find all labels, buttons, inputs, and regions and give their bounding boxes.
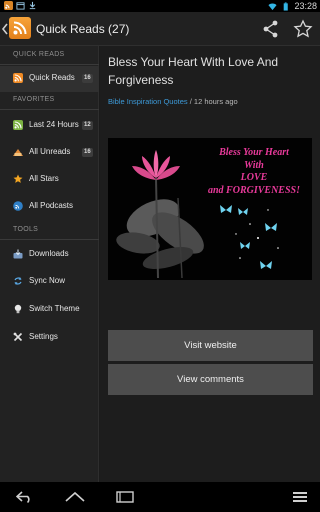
sidebar-item-label: All Unreads bbox=[29, 147, 71, 156]
sidebar-item-downloads[interactable]: Downloads bbox=[0, 242, 99, 268]
sidebar-item-all-stars[interactable]: All Stars bbox=[0, 167, 99, 193]
calendar-icon bbox=[16, 2, 25, 10]
visit-website-button[interactable]: Visit website bbox=[108, 330, 313, 361]
article-pane: Bless Your Heart With Love And Forgivene… bbox=[100, 46, 320, 482]
sidebar-item-all-podcasts[interactable]: All Podcasts bbox=[0, 194, 99, 220]
count-badge: 16 bbox=[82, 148, 93, 157]
sidebar: QUICK READS Quick Reads 16 FAVORITES Las… bbox=[0, 46, 99, 482]
image-text-line-2: With bbox=[244, 160, 264, 171]
rss-logo-icon bbox=[13, 21, 27, 35]
count-badge: 12 bbox=[82, 121, 93, 130]
status-bar: 23:28 bbox=[0, 0, 320, 12]
section-header-favorites: FAVORITES bbox=[0, 96, 99, 110]
sidebar-item-label: Settings bbox=[29, 332, 58, 341]
sidebar-item-switch-theme[interactable]: Switch Theme bbox=[0, 297, 99, 323]
lightbulb-icon bbox=[14, 304, 22, 314]
count-badge: 16 bbox=[82, 74, 93, 83]
download-icon bbox=[13, 249, 23, 259]
back-icon[interactable] bbox=[16, 491, 34, 503]
podcast-icon bbox=[13, 201, 23, 211]
page-title[interactable]: Quick Reads (27) bbox=[36, 22, 129, 36]
sidebar-item-label: Last 24 Hours bbox=[29, 120, 79, 129]
section-header-quick-reads: QUICK READS bbox=[0, 51, 99, 65]
sidebar-item-quick-reads[interactable]: Quick Reads 16 bbox=[0, 66, 99, 92]
star-icon bbox=[13, 174, 23, 183]
sidebar-item-label: Sync Now bbox=[29, 276, 66, 285]
unread-icon bbox=[13, 149, 23, 156]
chevron-left-icon[interactable] bbox=[1, 22, 9, 36]
recent-apps-icon[interactable] bbox=[116, 491, 134, 503]
lotus-butterfly-image: Bless Your Heart With LOVE and FORGIVENE… bbox=[108, 138, 312, 280]
settings-icon bbox=[13, 332, 23, 342]
action-bar: Quick Reads (27) bbox=[0, 12, 320, 46]
wifi-icon bbox=[268, 3, 278, 10]
sidebar-item-label: Quick Reads bbox=[29, 73, 75, 82]
menu-icon[interactable] bbox=[292, 491, 308, 503]
share-icon[interactable] bbox=[260, 18, 282, 40]
article-title: Bless Your Heart With Love And Forgivene… bbox=[108, 55, 279, 87]
image-text-line-1: Bless Your Heart bbox=[218, 147, 290, 158]
home-icon[interactable] bbox=[64, 491, 86, 503]
image-text-line-4: and FORGIVENESS! bbox=[208, 185, 300, 196]
rss-notification-icon bbox=[4, 1, 13, 10]
sidebar-item-all-unreads[interactable]: All Unreads 16 bbox=[0, 140, 99, 166]
sidebar-item-sync-now[interactable]: Sync Now bbox=[0, 269, 99, 295]
status-time: 23:28 bbox=[294, 1, 317, 11]
app-logo[interactable] bbox=[9, 17, 31, 39]
rss-icon bbox=[13, 73, 23, 83]
rss-green-icon bbox=[13, 120, 23, 130]
article-meta: Bible Inspiration Quotes / 12 hours ago bbox=[108, 97, 238, 106]
view-comments-button[interactable]: View comments bbox=[108, 364, 313, 395]
sidebar-item-settings[interactable]: Settings bbox=[0, 325, 99, 351]
system-nav-bar bbox=[0, 482, 320, 512]
sidebar-item-label: Switch Theme bbox=[29, 304, 80, 313]
sidebar-item-last-24-hours[interactable]: Last 24 Hours 12 bbox=[0, 113, 99, 139]
source-link[interactable]: Bible Inspiration Quotes bbox=[108, 97, 188, 106]
star-outline-icon[interactable] bbox=[292, 18, 314, 40]
image-text-line-3: LOVE bbox=[240, 172, 268, 183]
download-icon bbox=[29, 1, 36, 10]
sidebar-item-label: All Podcasts bbox=[29, 201, 74, 210]
sync-icon bbox=[14, 277, 22, 285]
sidebar-item-label: All Stars bbox=[29, 174, 59, 183]
battery-icon bbox=[284, 1, 289, 11]
article-image[interactable]: Bless Your Heart With LOVE and FORGIVENE… bbox=[108, 138, 312, 280]
article-time: / 12 hours ago bbox=[189, 97, 238, 106]
sidebar-item-label: Downloads bbox=[29, 249, 69, 258]
section-header-tools: TOOLS bbox=[0, 226, 99, 240]
